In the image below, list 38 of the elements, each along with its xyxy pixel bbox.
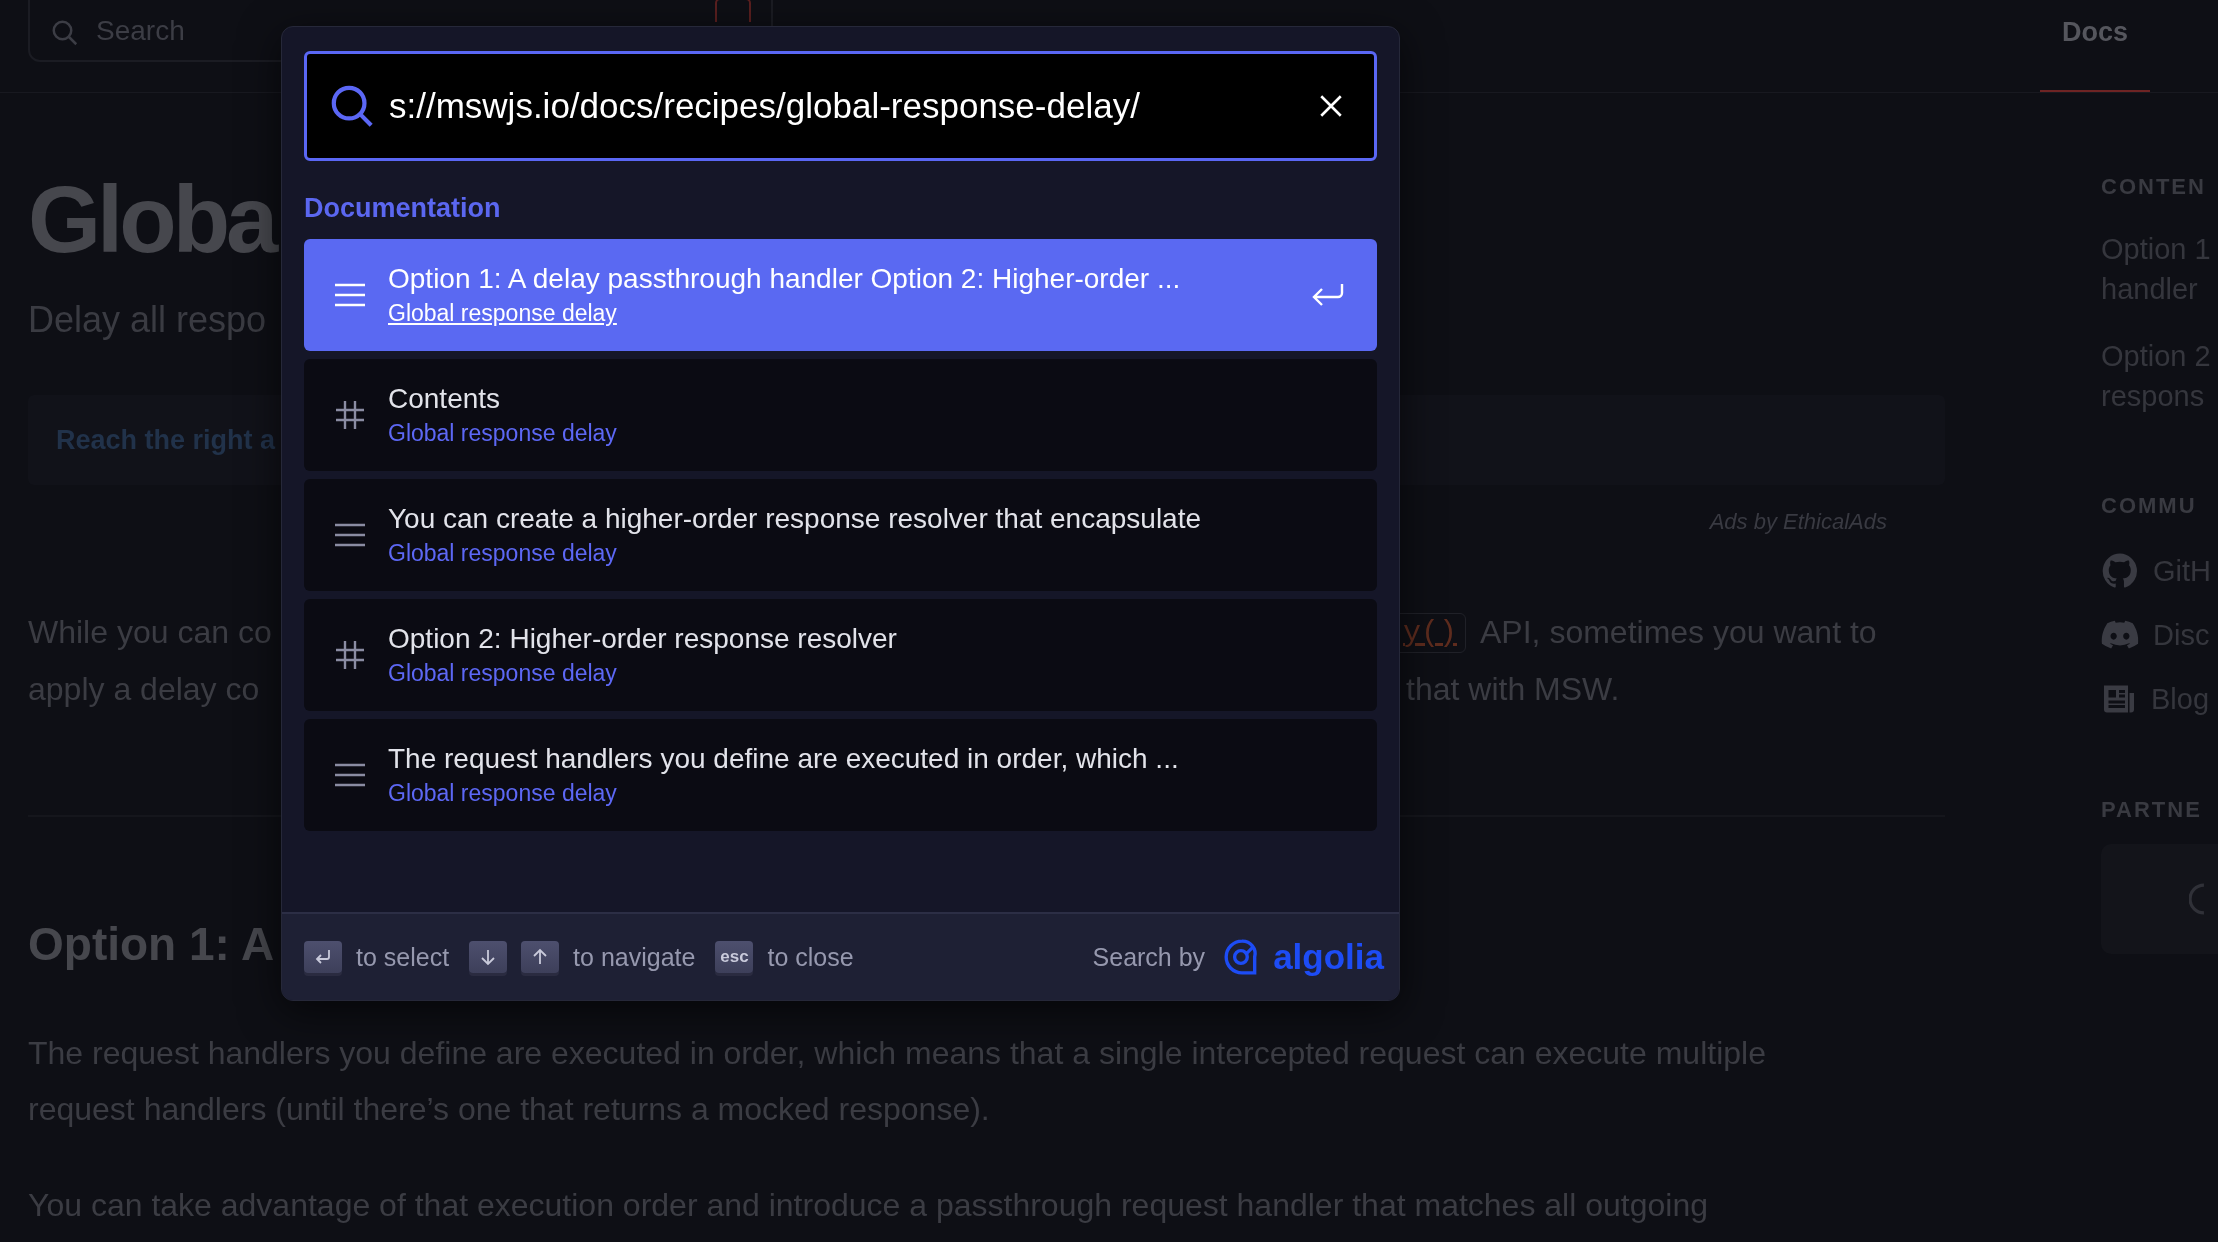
- search-result[interactable]: Option 1: A delay passthrough handler Option 2: Higher-order ... Global response delay: [304, 239, 1377, 351]
- result-path: Global response delay: [388, 419, 618, 448]
- text-lines-icon: [334, 283, 366, 307]
- result-path: Global response delay: [388, 659, 618, 688]
- search-input[interactable]: s://mswjs.io/docs/recipes/global-response-delay/: [304, 51, 1377, 161]
- enter-key-icon: [304, 941, 342, 973]
- search-result[interactable]: The request handlers you define are executed in order, which ... Global response delay: [304, 719, 1377, 831]
- result-title: You can create a higher-order response resolver that encapsulate: [388, 502, 1203, 536]
- chat-icon: [2101, 620, 2139, 650]
- shortcut-label: to navigate: [573, 942, 696, 972]
- search-icon: [329, 83, 375, 129]
- esc-key: esc: [715, 941, 754, 973]
- text-lines-icon: [334, 523, 366, 547]
- result-title: The request handlers you define are executed in order, which ...: [388, 742, 1180, 776]
- query-text[interactable]: s://mswjs.io/docs/recipes/global-response-delay/: [389, 86, 1300, 126]
- result-title: Option 1: A delay passthrough handler Option 2: Higher-order ...: [388, 262, 1182, 296]
- page-title: Globa: [28, 166, 275, 274]
- search-result[interactable]: Option 2: Higher-order response resolver Global response delay: [304, 599, 1377, 711]
- hash-icon: [334, 400, 366, 430]
- github-icon: [2101, 552, 2139, 590]
- up-arrow-key-icon: [521, 941, 560, 973]
- search-result[interactable]: Contents Global response delay: [304, 359, 1377, 471]
- results-group-label: Documentation: [304, 192, 502, 225]
- shortcut-label: to select: [356, 942, 450, 972]
- algolia-link[interactable]: Search by algolia: [1092, 937, 1384, 977]
- down-arrow-key-icon: [469, 941, 508, 973]
- result-path: Global response delay: [388, 299, 618, 328]
- result-title: Option 2: Higher-order response resolver: [388, 622, 898, 656]
- text-lines-icon: [334, 763, 366, 787]
- search-icon: [50, 18, 80, 48]
- shortcut-key-icon: [715, 0, 751, 22]
- result-path: Global response delay: [388, 539, 618, 568]
- enter-icon: [1311, 282, 1345, 308]
- hash-icon: [334, 640, 366, 670]
- result-path: Global response delay: [388, 779, 618, 808]
- shortcut-label: to close: [767, 942, 854, 972]
- result-title: Contents: [388, 382, 502, 416]
- search-result[interactable]: You can create a higher-order response resolver that encapsulate Global response delay: [304, 479, 1377, 591]
